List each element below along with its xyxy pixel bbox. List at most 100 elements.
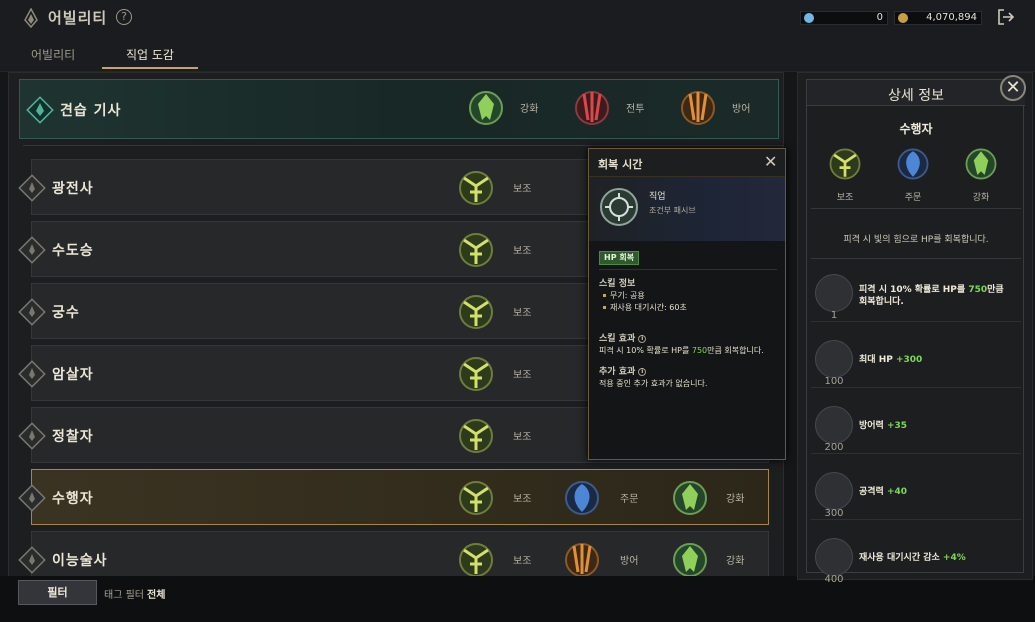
support-skill-icon: [829, 148, 861, 180]
divider: [599, 269, 777, 270]
perk-item: 100 최대 HP +300: [811, 336, 1021, 388]
extra-effect-text: 적용 중인 추가 효과가 없습니다.: [599, 379, 708, 388]
filter-button[interactable]: 필터: [18, 580, 97, 605]
close-icon[interactable]: ✕: [1000, 75, 1026, 101]
tag-filter-value[interactable]: 전체: [147, 586, 165, 601]
tab-ability[interactable]: 어빌리티: [31, 46, 75, 63]
perk-text: 방어력 +35: [859, 420, 907, 432]
support-skill-icon: [459, 295, 493, 329]
gear-icon: [815, 274, 853, 312]
skill-label: 보조: [513, 184, 532, 195]
skill-label: 보조: [513, 370, 532, 381]
skill-label: 보조: [513, 432, 532, 443]
perk-item: 400 재사용 대기시간 감소 +4%: [811, 534, 1021, 586]
perk-level: 400: [824, 574, 844, 585]
page-title: 어빌리티: [48, 9, 108, 27]
gold-coin-icon: [898, 13, 908, 23]
cooldown-text: 재사용 대기시간: 60초: [610, 303, 687, 312]
info-icon[interactable]: i: [638, 367, 647, 376]
shield-icon: [815, 406, 853, 444]
tooltip-header: 회복 시간 ✕: [589, 149, 785, 177]
skill-label: 방어: [620, 556, 639, 567]
divider: [811, 387, 1021, 388]
job-emblem-icon: [18, 360, 46, 388]
close-icon[interactable]: ✕: [764, 154, 777, 170]
extra-effect-label: 추가 효과: [599, 367, 636, 377]
job-row[interactable]: 견습 기사 강화 전투 방어: [19, 79, 779, 139]
detail-title: 상세 정보: [888, 88, 944, 104]
perk-label: 피격 시 10% 확률로 HP를: [859, 285, 969, 295]
effect-text-post: 만큼 회복합니다.: [707, 346, 764, 355]
active-tab-indicator: [102, 67, 198, 69]
perk-item: 200 방어력 +35: [811, 402, 1021, 454]
tooltip-title: 회복 시간: [598, 158, 643, 171]
gold-currency: 4,070,894: [894, 11, 982, 25]
skill-effect-label: 스킬 효과: [599, 334, 636, 344]
support-skill-icon: [459, 233, 493, 267]
perk-level: 100: [824, 376, 844, 387]
hp-recovery-tag: HP 회복: [599, 251, 640, 265]
exit-icon[interactable]: [997, 8, 1015, 26]
perk-value: +4%: [942, 553, 966, 563]
perk-suffix-line: 회복합니다.: [859, 297, 904, 307]
support-skill-icon: [459, 357, 493, 391]
spell-skill-icon: [897, 148, 929, 180]
job-row-selected[interactable]: 수행자 보조 주문 강화: [18, 469, 769, 525]
skill-label: 보조: [513, 494, 532, 505]
perk-text: 최대 HP +300: [859, 354, 922, 366]
hp-icon: [815, 340, 853, 378]
recovery-skill-icon: [600, 188, 638, 226]
perk-text: 피격 시 10% 확률로 HP를 750만큼 회복합니다.: [859, 284, 1004, 308]
top-bar: 어빌리티 ? 0 4,070,894: [0, 0, 1035, 36]
divider: [811, 453, 1021, 454]
job-name: 수행자: [52, 491, 94, 507]
perk-level: 1: [830, 310, 838, 321]
job-emblem-icon: [18, 236, 46, 264]
perk-level: 200: [824, 442, 844, 453]
gem-amount: 0: [876, 12, 883, 23]
skill-label: 강화: [726, 556, 745, 567]
perk-value: 750: [968, 285, 988, 295]
job-emblem-icon: [18, 422, 46, 450]
perk-label: 방어력: [859, 421, 887, 431]
skill-kind: 직업: [649, 192, 666, 202]
detail-header: 상세 정보: [807, 80, 1025, 106]
help-icon[interactable]: ?: [116, 9, 132, 25]
job-name: 궁수: [52, 305, 80, 321]
bullet-icon: [603, 294, 606, 297]
perk-level: 300: [824, 508, 844, 519]
perk-value: +35: [886, 421, 908, 431]
divider: [811, 208, 1021, 209]
perk-text: 재사용 대기시간 감소 +4%: [859, 552, 966, 564]
gem-icon: [804, 13, 814, 23]
perk-item: 1 피격 시 10% 확률로 HP를 750만큼 회복합니다.: [811, 270, 1021, 322]
perk-label: 재사용 대기시간 감소: [859, 553, 943, 563]
job-name: 광전사: [52, 181, 94, 197]
gold-amount: 4,070,894: [926, 12, 977, 23]
skill-info-line: 무기: 공용: [603, 290, 645, 301]
info-icon[interactable]: i: [638, 334, 647, 343]
selected-job-name: 수행자: [899, 122, 933, 136]
job-emblem-icon: [26, 96, 54, 124]
job-emblem-icon: [18, 484, 46, 512]
job-emblem-icon: [18, 298, 46, 326]
tag-filter-label: 태그 필터: [104, 590, 144, 601]
job-emblem-icon: [18, 174, 46, 202]
support-skill-icon: [459, 481, 493, 515]
skill-info-title: 스킬 정보: [599, 279, 636, 289]
detail-panel: 상세 정보 수행자 보조 주문 강화 피격 시 빛의 힘으로 HP를 회복합니다…: [797, 72, 1033, 585]
skill-label: 보조: [513, 556, 532, 567]
effect-value: 750: [691, 346, 708, 355]
perk-value: +300: [895, 355, 923, 365]
tab-job-collection[interactable]: 직업 도감: [126, 46, 174, 63]
job-row[interactable]: 이능술사 보조 방어 강화: [18, 531, 769, 579]
sword-icon: [815, 472, 853, 510]
skill-label: 주문: [904, 193, 922, 203]
divider: [811, 321, 1021, 322]
bullet-icon: [603, 306, 606, 309]
skill-label: 강화: [972, 193, 990, 203]
job-name: 수도승: [52, 243, 94, 259]
skill-label: 주문: [620, 494, 639, 505]
skill-effect-title: 스킬 효과 i: [599, 331, 647, 344]
divider: [811, 258, 1021, 259]
